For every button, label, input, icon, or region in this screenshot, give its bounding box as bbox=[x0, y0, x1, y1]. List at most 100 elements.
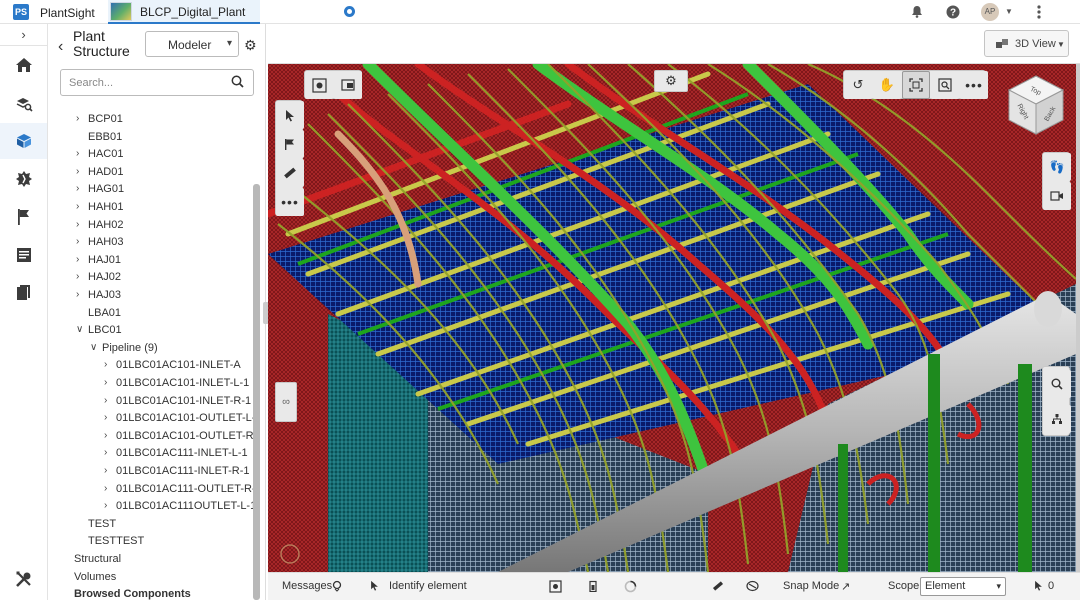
navigation-cube[interactable]: Top Right Back bbox=[1003, 72, 1069, 138]
nav-flags[interactable] bbox=[0, 199, 47, 235]
chevron-right-icon[interactable]: › bbox=[76, 219, 79, 230]
nav-documents[interactable] bbox=[0, 275, 47, 311]
chevron-right-icon[interactable]: › bbox=[104, 465, 107, 476]
app-name[interactable]: PlantSight bbox=[40, 6, 95, 20]
tree-item[interactable]: › 01LBC01AC111OUTLET-L-1 bbox=[48, 499, 254, 516]
tree-item[interactable]: ∨ LBC01 bbox=[48, 323, 254, 340]
viewport-settings-button[interactable]: ⚙ bbox=[654, 70, 688, 92]
tree-item[interactable]: › 01LBC01AC101-INLET-L-1 bbox=[48, 376, 254, 393]
tree-item[interactable]: › BCP01 bbox=[48, 112, 254, 129]
chevron-right-icon[interactable]: › bbox=[104, 412, 107, 423]
chevron-right-icon[interactable]: › bbox=[76, 183, 79, 194]
tree-item[interactable]: › 01LBC01AC101-OUTLET-R-1 bbox=[48, 429, 254, 446]
tree-item[interactable]: › HAJ02 bbox=[48, 270, 254, 287]
avatar[interactable]: AP bbox=[981, 3, 999, 21]
chevron-right-icon[interactable]: › bbox=[104, 447, 107, 458]
zoom-window-button[interactable] bbox=[931, 71, 959, 99]
select-tool-button[interactable] bbox=[276, 101, 304, 129]
tree-item[interactable]: › 01LBC01AC101-INLET-R-1 bbox=[48, 394, 254, 411]
messages-icon[interactable] bbox=[332, 580, 342, 595]
help-icon[interactable]: ? bbox=[946, 5, 960, 19]
back-chevron-icon[interactable]: ‹ bbox=[58, 38, 63, 56]
search-input[interactable] bbox=[69, 75, 219, 91]
chevron-right-icon[interactable]: › bbox=[104, 500, 107, 511]
chevron-right-icon[interactable]: › bbox=[76, 254, 79, 265]
snapshot-icon[interactable] bbox=[549, 580, 562, 596]
battery-icon[interactable] bbox=[589, 580, 597, 595]
nav-layers-search[interactable] bbox=[0, 85, 47, 121]
gear-icon[interactable]: ⚙ bbox=[244, 37, 257, 54]
nav-home[interactable] bbox=[0, 47, 47, 83]
chevron-right-icon[interactable]: › bbox=[76, 148, 79, 159]
snap-mode-label[interactable]: Snap Mode bbox=[783, 580, 839, 592]
viewport-scrollbar[interactable] bbox=[1076, 64, 1080, 572]
chevron-right-icon[interactable]: › bbox=[76, 236, 79, 247]
tree-item[interactable]: Browsed Components bbox=[48, 587, 254, 600]
plantsight-logo-icon[interactable]: PS bbox=[13, 4, 29, 20]
clash-detection-button[interactable]: ∞ bbox=[275, 382, 297, 422]
tab-status-icon[interactable] bbox=[344, 6, 355, 17]
search-icon[interactable] bbox=[231, 75, 244, 91]
fit-view-button[interactable] bbox=[902, 71, 930, 99]
measure-icon[interactable] bbox=[712, 580, 724, 595]
expand-nav-button[interactable]: › bbox=[0, 24, 47, 46]
bell-icon[interactable] bbox=[910, 5, 924, 19]
chevron-right-icon[interactable]: › bbox=[104, 359, 107, 370]
search-view-button[interactable] bbox=[1043, 370, 1071, 398]
more-vertical-icon[interactable] bbox=[1032, 5, 1046, 19]
chevron-right-icon[interactable]: › bbox=[104, 395, 107, 406]
tree-item[interactable]: ∨ Pipeline (9) bbox=[48, 341, 254, 358]
pan-button[interactable]: ✋ bbox=[873, 71, 901, 99]
section-icon[interactable] bbox=[746, 580, 759, 595]
tree-item[interactable]: Structural bbox=[48, 552, 254, 569]
tree-item[interactable]: › HAH02 bbox=[48, 218, 254, 235]
walk-mode-button[interactable]: 👣 bbox=[1043, 153, 1071, 181]
tree-item[interactable]: › 01LBC01AC111-INLET-L-1 bbox=[48, 446, 254, 463]
chevron-right-icon[interactable]: › bbox=[76, 113, 79, 124]
tree-item[interactable]: EBB01 bbox=[48, 130, 254, 147]
scope-select[interactable]: Element ▾ bbox=[920, 577, 1006, 596]
hierarchy-button[interactable] bbox=[1043, 405, 1071, 433]
camera-button[interactable] bbox=[1043, 182, 1071, 210]
tree-item[interactable]: Volumes bbox=[48, 570, 254, 587]
nav-issues[interactable] bbox=[0, 161, 47, 197]
tree-item[interactable]: › 01LBC01AC101-OUTLET-L-1 bbox=[48, 411, 254, 428]
viewport-layout-button[interactable] bbox=[334, 71, 362, 99]
tree-item[interactable]: › HAJ01 bbox=[48, 253, 254, 270]
tree-item[interactable]: › 01LBC01AC111-INLET-R-1 bbox=[48, 464, 254, 481]
3d-viewport[interactable]: ⚙ ••• ∞ ↺ ✋ ••• Top Right Back 👣 bbox=[268, 64, 1076, 572]
nav-3d-model[interactable] bbox=[0, 123, 47, 159]
more-tools-button[interactable]: ••• bbox=[276, 188, 304, 216]
chevron-right-icon[interactable]: › bbox=[76, 201, 79, 212]
chevron-right-icon[interactable]: › bbox=[76, 289, 79, 300]
nav-settings[interactable] bbox=[0, 561, 47, 597]
render-mode-button[interactable] bbox=[305, 71, 333, 99]
chevron-right-icon[interactable]: › bbox=[76, 271, 79, 282]
tree-item[interactable]: LBA01 bbox=[48, 306, 254, 323]
messages-button[interactable]: Messages bbox=[282, 580, 332, 592]
tree-scrollbar[interactable] bbox=[253, 184, 260, 600]
markup-flag-button[interactable] bbox=[276, 130, 304, 158]
tree-item[interactable]: TESTTEST bbox=[48, 534, 254, 551]
tree-item[interactable]: TEST bbox=[48, 517, 254, 534]
tree-item[interactable]: › HAD01 bbox=[48, 165, 254, 182]
tree-item[interactable]: › HAH01 bbox=[48, 200, 254, 217]
tab-blcp-digital-plant[interactable]: BLCP_Digital_Plant bbox=[108, 0, 355, 24]
chevron-down-icon[interactable]: ∨ bbox=[90, 342, 97, 353]
tree-item[interactable]: › HAH03 bbox=[48, 235, 254, 252]
rotate-button[interactable]: ↺ bbox=[844, 71, 872, 99]
chevron-down-icon[interactable]: ▼ bbox=[1002, 5, 1016, 19]
more-navigation-button[interactable]: ••• bbox=[960, 71, 988, 99]
tree-item[interactable]: › HAG01 bbox=[48, 182, 254, 199]
tree-item[interactable]: › 01LBC01AC111-OUTLET-R-1 bbox=[48, 482, 254, 499]
snap-mode-icon[interactable]: ↗ bbox=[841, 580, 850, 593]
chevron-right-icon[interactable]: › bbox=[76, 166, 79, 177]
plant-3d-model[interactable] bbox=[268, 64, 1076, 572]
measure-tool-button[interactable] bbox=[276, 159, 304, 187]
chevron-down-icon[interactable]: ∨ bbox=[76, 324, 83, 335]
tree-item[interactable]: › HAC01 bbox=[48, 147, 254, 164]
chevron-right-icon[interactable]: › bbox=[104, 430, 107, 441]
tree-item[interactable]: › HAJ03 bbox=[48, 288, 254, 305]
nav-reports[interactable] bbox=[0, 237, 47, 273]
mode-select[interactable]: Modeler ▾ bbox=[145, 31, 239, 57]
